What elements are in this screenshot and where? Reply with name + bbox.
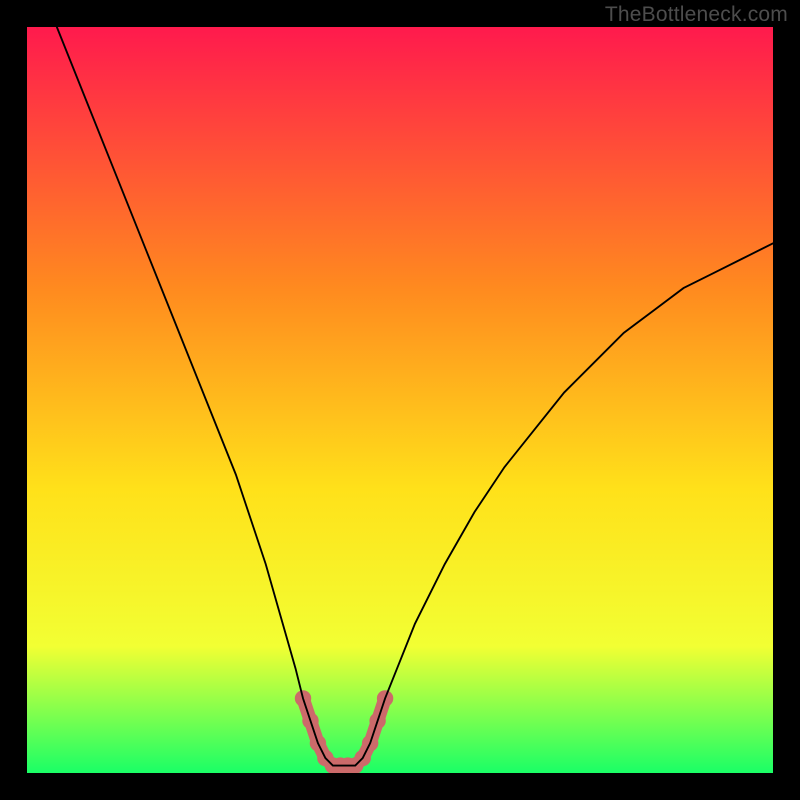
bottleneck-chart xyxy=(27,27,773,773)
chart-frame: TheBottleneck.com xyxy=(0,0,800,800)
watermark-text: TheBottleneck.com xyxy=(605,3,788,27)
